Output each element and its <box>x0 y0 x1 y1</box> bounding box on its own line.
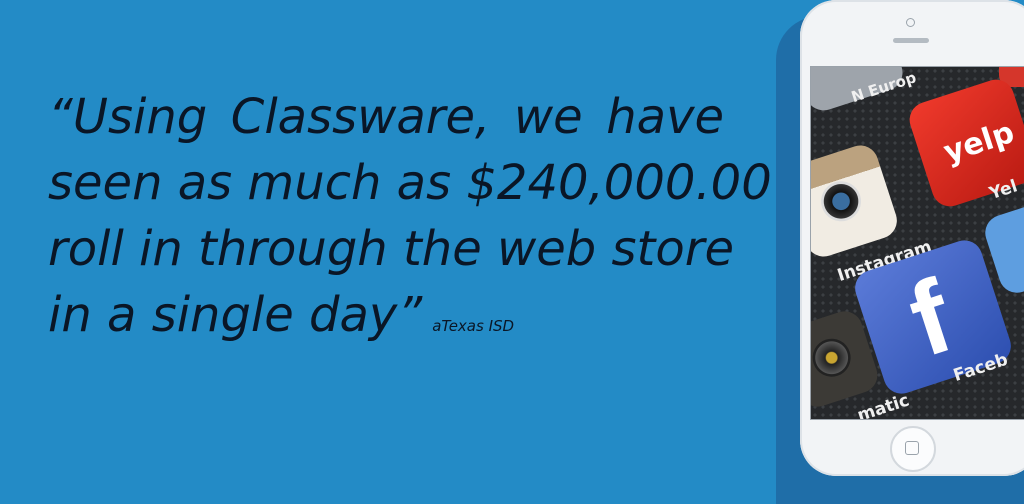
instagram-lens-icon <box>815 176 867 227</box>
quote-line-4: in a single day” aTexas ISD <box>48 282 724 359</box>
facebook-f-icon: f <box>896 258 966 380</box>
testimonial-quote: “Using Classware, we have seen as much a… <box>48 84 772 359</box>
quote-line-4-text: in a single day” <box>48 287 423 343</box>
yelp-logo-text: yelp <box>939 114 1019 171</box>
quote-line-2: seen as much as $240,000.00 <box>48 155 772 211</box>
quote-attribution: aTexas ISD <box>432 317 515 335</box>
quote-line-3: roll in through the web store <box>48 221 734 277</box>
earpiece-speaker <box>893 38 929 43</box>
smartphone-illustration: N Europ yelp Yel Instagram f Faceb matic <box>800 0 1024 476</box>
home-button <box>890 426 936 472</box>
quote-line-1: “Using Classware, we have <box>48 89 724 145</box>
front-camera-icon <box>906 18 915 27</box>
camera-app-label: matic <box>855 390 912 420</box>
camera-lens-icon <box>811 333 856 382</box>
instagram-app-icon <box>811 140 902 262</box>
home-square-icon <box>905 441 919 455</box>
phone-screen: N Europ yelp Yel Instagram f Faceb matic <box>810 66 1024 420</box>
